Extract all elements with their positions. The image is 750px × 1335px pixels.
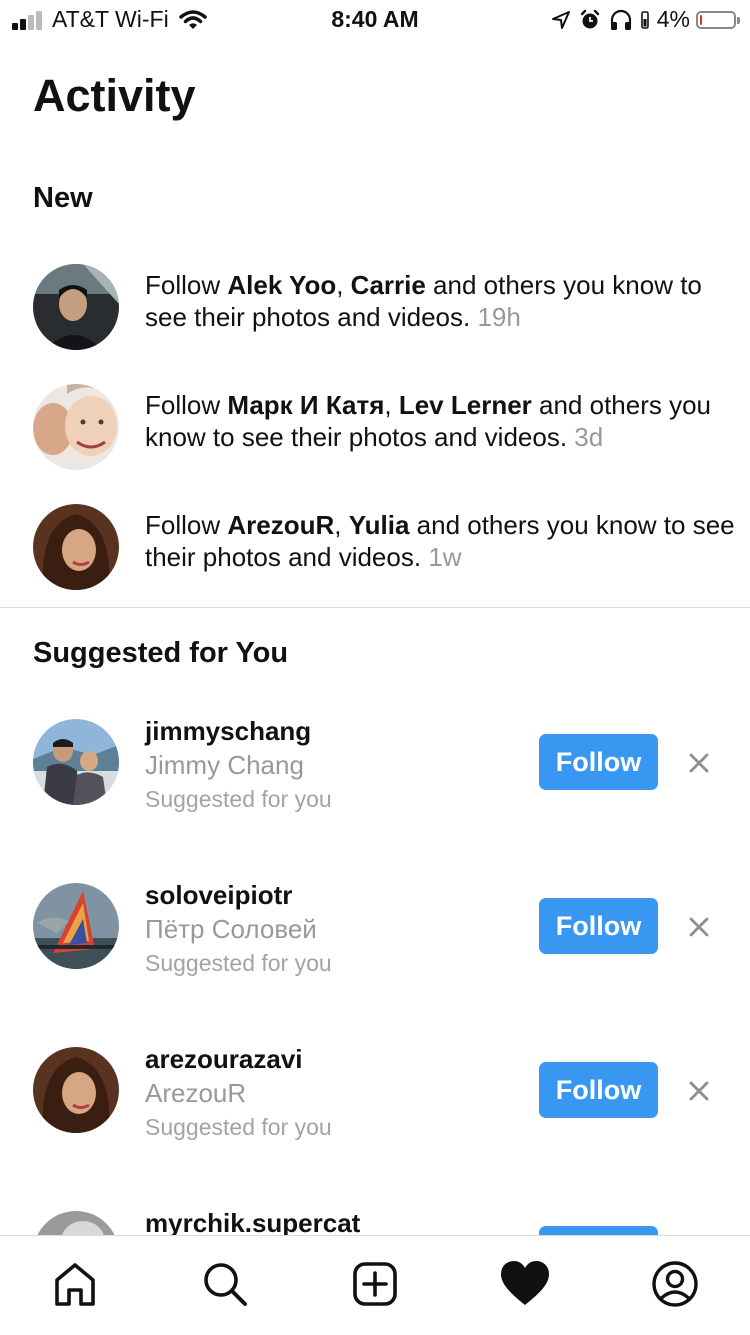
username-link[interactable]: Alek Yoo [227,270,336,300]
username-link[interactable]: Lev Lerner [399,390,532,420]
notification-text: Follow Марк И Катя, Lev Lerner and other… [145,390,712,452]
section-title-new: New [33,182,93,214]
suggestion-fullname: Jimmy Chang [145,750,304,780]
tab-search[interactable] [197,1256,253,1312]
suggestion-item: arezourazavi ArezouR Suggested for you F… [0,1044,750,1164]
headphones-icon [610,9,631,30]
battery-percent: 4% [656,6,690,32]
avatar[interactable] [33,264,119,350]
section-title-suggested: Suggested for You [33,637,289,669]
notification-text: Follow Alek Yoo, Carrie and others you k… [145,270,702,332]
timestamp: 1w [428,542,462,572]
avatar[interactable] [33,719,119,805]
notification-item[interactable]: Follow Alek Yoo, Carrie and others you k… [0,257,750,357]
avatar[interactable] [33,1047,119,1133]
divider [0,607,750,608]
status-bar: AT&T Wi-Fi 8:40 AM 4% [0,0,750,40]
suggestion-note: Suggested for you [145,1114,332,1140]
follow-button[interactable]: Follow [539,734,658,790]
suggestion-item: soloveipiotr Пётр Соловей Suggested for … [0,880,750,1000]
status-right: 4% [543,6,740,33]
new-post-icon[interactable] [351,1260,399,1308]
battery-icon [696,10,740,29]
suggestion-username[interactable]: arezourazavi [145,1044,303,1075]
tab-profile[interactable] [647,1256,703,1312]
notification-text: Follow ArezouR, Yulia and others you kno… [145,510,735,572]
follow-button[interactable]: Follow [539,898,658,954]
tab-home[interactable] [47,1256,103,1312]
tab-new-post[interactable] [347,1256,403,1312]
timestamp: 3d [574,422,604,452]
close-icon[interactable] [684,1076,714,1106]
close-icon[interactable] [684,748,714,778]
suggestion-item: jimmyschang Jimmy Chang Suggested for yo… [0,716,750,836]
suggestion-note: Suggested for you [145,786,332,812]
profile-icon[interactable] [651,1260,699,1308]
avatar[interactable] [33,384,119,470]
username-link[interactable]: Yulia [349,510,410,540]
follow-button[interactable]: Follow [539,1062,658,1118]
avatar[interactable] [33,883,119,969]
notification-item[interactable]: Follow ArezouR, Yulia and others you kno… [0,497,750,597]
notification-item[interactable]: Follow Марк И Катя, Lev Lerner and other… [0,377,750,477]
timestamp: 19h [477,302,521,332]
suggestion-fullname: ArezouR [145,1078,247,1108]
alarm-icon [580,9,599,28]
username-link[interactable]: ArezouR [227,510,334,540]
username-link[interactable]: Марк И Катя [227,390,384,420]
home-icon[interactable] [51,1260,99,1308]
tab-activity[interactable] [497,1256,553,1312]
suggestion-note: Suggested for you [145,950,332,976]
heart-icon[interactable] [500,1261,550,1307]
location-icon [551,10,570,29]
avatar[interactable] [33,504,119,590]
suggestion-fullname: Пётр Соловей [145,914,317,944]
page-title: Activity [33,70,196,121]
headphone-battery-icon [640,10,649,29]
suggestion-username[interactable]: soloveipiotr [145,880,292,911]
search-icon[interactable] [201,1260,249,1308]
username-link[interactable]: Carrie [351,270,426,300]
suggestion-username[interactable]: jimmyschang [145,716,311,747]
tab-bar [0,1235,750,1335]
close-icon[interactable] [684,912,714,942]
